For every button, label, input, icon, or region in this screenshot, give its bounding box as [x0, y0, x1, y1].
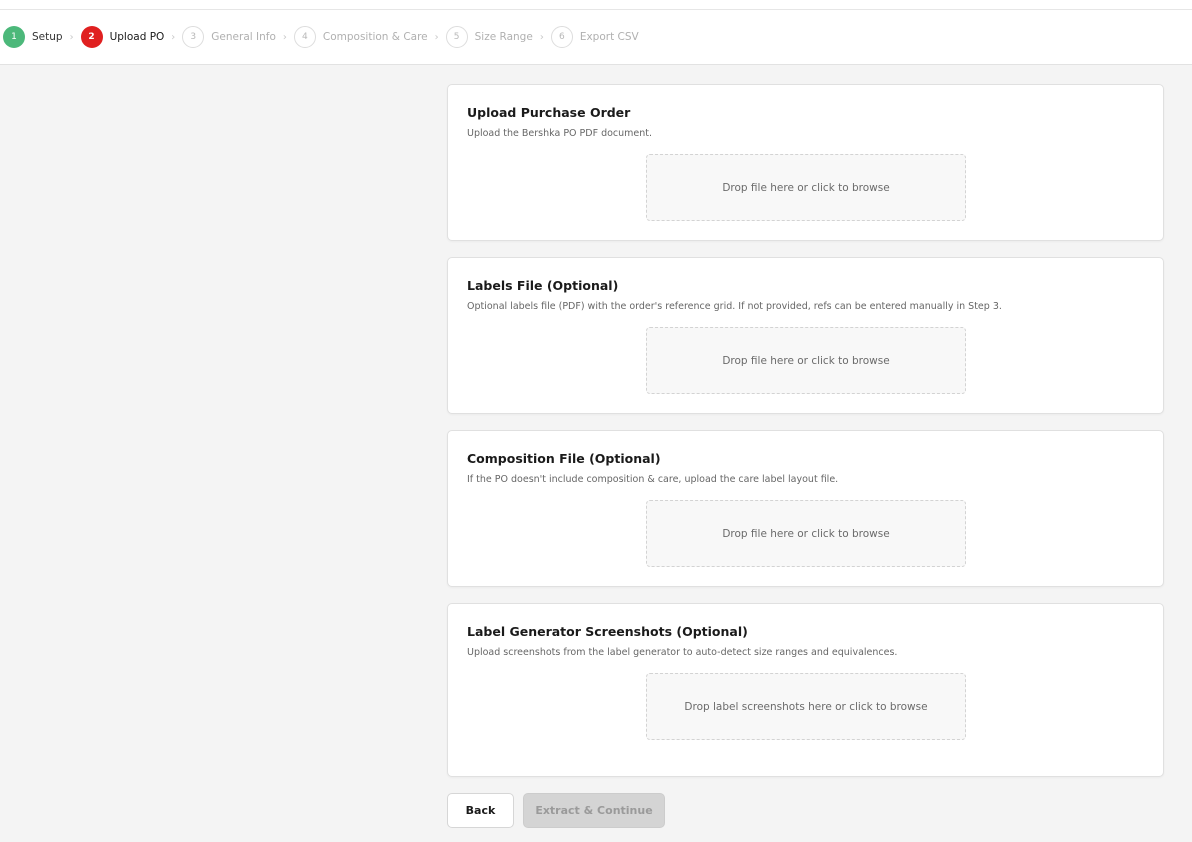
step-size-range: 5 Size Range: [445, 26, 533, 48]
step-number: 6: [550, 26, 573, 48]
card-title: Composition File (Optional): [467, 451, 661, 466]
card-title: Label Generator Screenshots (Optional): [467, 624, 748, 639]
step-label: General Info: [211, 31, 276, 43]
card-description: Upload screenshots from the label genera…: [467, 647, 898, 658]
chevron-right-icon: ›: [539, 31, 544, 43]
po-file-dropzone[interactable]: Drop file here or click to browse: [646, 154, 966, 221]
labels-file-dropzone[interactable]: Drop file here or click to browse: [646, 327, 966, 394]
upload-po-card: Upload Purchase Order Upload the Bershka…: [447, 84, 1164, 241]
top-bar: [0, 0, 1192, 10]
step-number: 5: [445, 26, 468, 48]
step-upload-po[interactable]: 2 Upload PO: [80, 26, 165, 48]
card-title: Labels File (Optional): [467, 278, 619, 293]
chevron-right-icon: ›: [69, 31, 74, 43]
composition-file-dropzone[interactable]: Drop file here or click to browse: [646, 500, 966, 567]
step-general-info: 3 General Info: [182, 26, 276, 48]
card-description: Upload the Bershka PO PDF document.: [467, 128, 653, 139]
step-composition-care: 4 Composition & Care: [293, 26, 428, 48]
step-label: Size Range: [474, 31, 533, 43]
card-description: Optional labels file (PDF) with the orde…: [467, 301, 1002, 312]
back-button[interactable]: Back: [447, 793, 514, 828]
step-export-csv: 6 Export CSV: [550, 26, 639, 48]
step-number: 4: [293, 26, 316, 48]
stepper: 1 Setup › 2 Upload PO › 3 General Info ›…: [0, 10, 1192, 65]
chevron-right-icon: ›: [171, 31, 176, 43]
chevron-right-icon: ›: [282, 31, 287, 43]
step-number: 2: [80, 26, 103, 48]
composition-file-card: Composition File (Optional) If the PO do…: [447, 430, 1164, 587]
label-screenshots-card: Label Generator Screenshots (Optional) U…: [447, 603, 1164, 777]
chevron-right-icon: ›: [434, 31, 439, 43]
step-number: 3: [182, 26, 205, 48]
step-label: Export CSV: [579, 31, 639, 43]
step-label: Upload PO: [109, 31, 165, 43]
labels-file-card: Labels File (Optional) Optional labels f…: [447, 257, 1164, 414]
label-screenshots-dropzone[interactable]: Drop label screenshots here or click to …: [646, 673, 966, 740]
card-title: Upload Purchase Order: [467, 105, 631, 120]
step-label: Setup: [32, 31, 63, 43]
step-label: Composition & Care: [322, 31, 428, 43]
extract-continue-button[interactable]: Extract & Continue: [523, 793, 665, 828]
card-description: If the PO doesn't include composition & …: [467, 474, 839, 485]
step-setup[interactable]: 1 Setup: [3, 26, 63, 48]
step-number: 1: [3, 26, 25, 48]
